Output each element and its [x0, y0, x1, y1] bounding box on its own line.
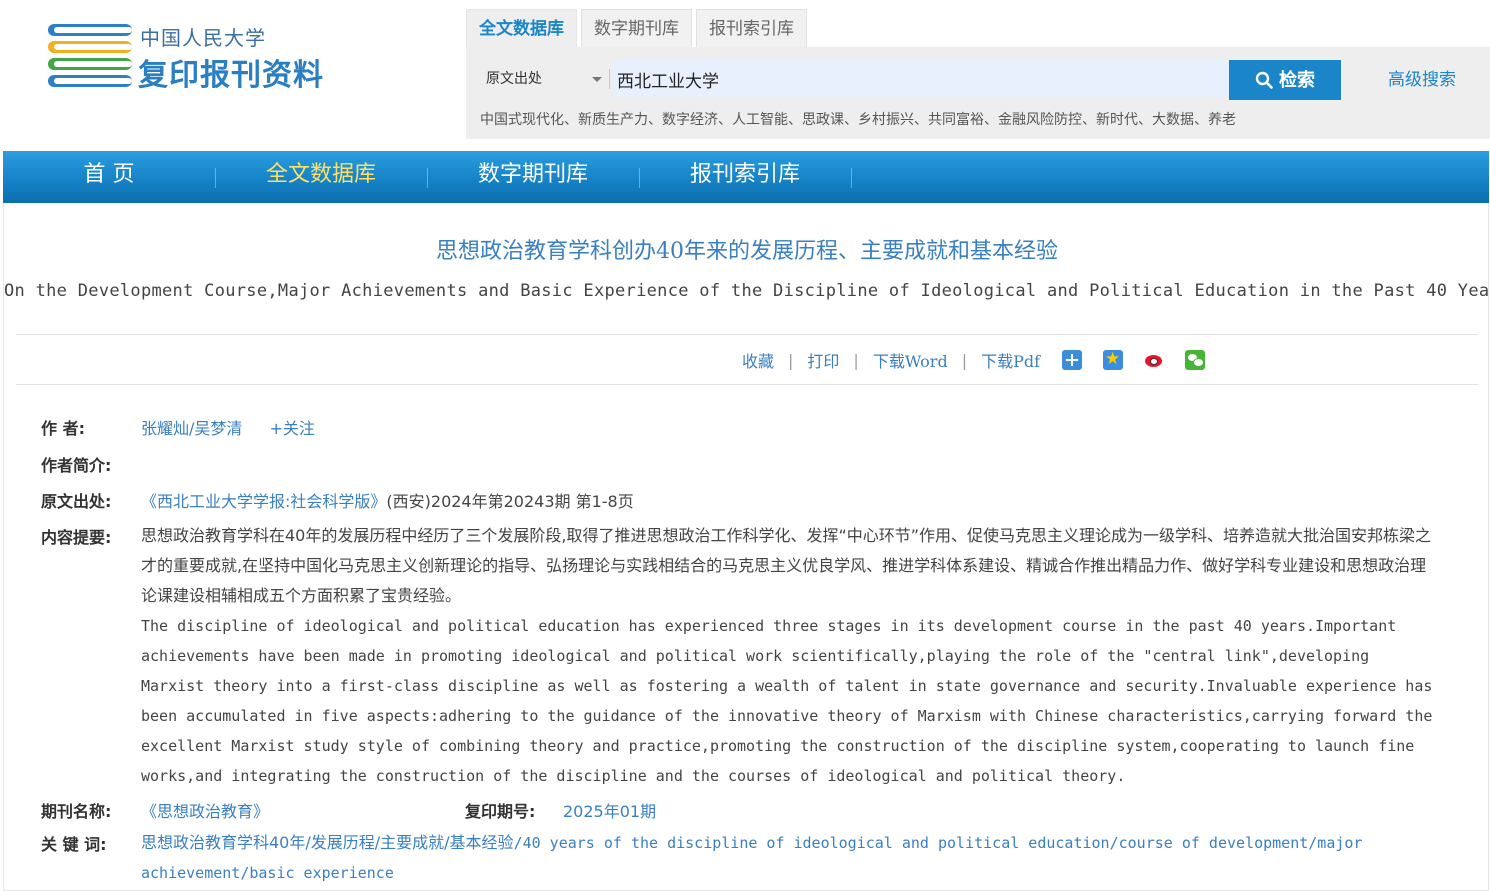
abstract-en: The discipline of ideological and politi… [141, 617, 1433, 785]
select-divider [609, 69, 610, 89]
search-box: 原文出处 检索 高级搜索 中国式现代化、新质生产力、数字经济、人工智能、思政课、… [466, 47, 1490, 139]
search-field-select[interactable]: 原文出处 [478, 60, 608, 98]
collect-button[interactable]: 收藏 [742, 348, 774, 372]
download-pdf-button[interactable]: 下载Pdf [981, 348, 1040, 372]
source-value: 《西北工业大学学报:社会科学版》(西安)2024年第20243期 第1-8页 [141, 488, 634, 512]
logo-university-name: 中国人民大学 [140, 26, 266, 50]
site-logo[interactable]: 中国人民大学 复印报刊资料 [48, 20, 348, 93]
toolbar-separator: | [788, 350, 794, 370]
nav-home[interactable]: 首 页 [3, 151, 215, 203]
toolbar-separator: | [961, 350, 968, 370]
search-area: 全文数据库 数字期刊库 报刊索引库 原文出处 检索 高级搜索 中国式现代化、新质… [466, 9, 1490, 139]
search-icon [1255, 71, 1273, 89]
tab-fulltext-db[interactable]: 全文数据库 [466, 9, 577, 47]
article-title-en: On the Development Course,Major Achievem… [4, 281, 1490, 301]
database-tabs: 全文数据库 数字期刊库 报刊索引库 [466, 9, 811, 47]
reprint-issue-label: 复印期号: [465, 802, 536, 821]
main-nav: 首 页 全文数据库 数字期刊库 报刊索引库 [3, 151, 1489, 203]
keywords-label: 关 键 词: [41, 835, 107, 854]
search-input[interactable] [613, 60, 1229, 98]
divider [16, 384, 1478, 385]
source-label: 原文出处: [41, 492, 112, 511]
source-journal-link[interactable]: 《西北工业大学学报:社会科学版》 [141, 492, 386, 511]
article-title-cn: 思想政治教育学科创办40年来的发展历程、主要成就和基本经验 [436, 239, 1058, 264]
reprint-issue-link[interactable]: 2025年01期 [563, 802, 656, 821]
nav-index-db[interactable]: 报刊索引库 [639, 151, 851, 203]
author-links[interactable]: 张耀灿/吴梦清 [141, 419, 242, 438]
site-header: 中国人民大学 复印报刊资料 全文数据库 数字期刊库 报刊索引库 原文出处 检索 … [0, 0, 1490, 150]
advanced-search-link[interactable]: 高级搜索 [1388, 65, 1456, 90]
chevron-down-icon [592, 77, 602, 82]
share-wechat-icon[interactable] [1185, 350, 1206, 370]
author-label: 作 者: [41, 419, 85, 438]
share-qzone-icon[interactable] [1103, 349, 1124, 370]
author-bio-label: 作者简介: [41, 456, 112, 475]
logo-book-stack-icon [48, 24, 132, 87]
abstract-cn: 思想政治教育学科在40年的发展历程中经历了三个发展阶段,取得了推进思想政治工作科… [141, 526, 1432, 605]
nav-digital-journal-db[interactable]: 数字期刊库 [427, 151, 639, 203]
tab-index-db[interactable]: 报刊索引库 [696, 9, 807, 47]
divider [16, 334, 1478, 335]
search-button-label: 检索 [1279, 70, 1315, 90]
share-weibo-icon[interactable] [1144, 350, 1165, 370]
search-button[interactable]: 检索 [1229, 60, 1341, 100]
journal-link[interactable]: 《思想政治教育》 [141, 802, 269, 821]
download-word-button[interactable]: 下载Word [873, 348, 948, 372]
keywords-cn[interactable]: 思想政治教育学科40年/发展历程/主要成就/基本经验 [141, 833, 514, 852]
search-field-select-value: 原文出处 [486, 71, 542, 87]
nav-fulltext-db[interactable]: 全文数据库 [215, 151, 427, 203]
journal-label: 期刊名称: [41, 802, 112, 821]
nav-divider [851, 168, 852, 188]
print-button[interactable]: 打印 [807, 348, 839, 372]
author-value: 张耀灿/吴梦清 +关注 [141, 415, 315, 439]
source-detail: (西安)2024年第20243期 第1-8页 [386, 492, 634, 511]
logo-product-name: 复印报刊资料 [138, 58, 324, 93]
follow-button[interactable]: +关注 [270, 419, 315, 438]
toolbar-separator: | [853, 350, 859, 370]
article-detail: 思想政治教育学科创办40年来的发展历程、主要成就和基本经验 On the Dev… [3, 203, 1490, 891]
hot-keywords[interactable]: 中国式现代化、新质生产力、数字经济、人工智能、思政课、乡村振兴、共同富裕、金融风… [480, 109, 1236, 129]
article-toolbar: 收藏 | 打印 | 下载Word | 下载Pdf [742, 347, 1206, 373]
abstract-label: 内容提要: [41, 528, 112, 547]
share-more-icon[interactable] [1062, 350, 1083, 370]
journal-value: 《思想政治教育》 [141, 798, 269, 822]
tab-digital-journal-db[interactable]: 数字期刊库 [581, 9, 692, 47]
reprint-issue-value: 2025年01期 [563, 798, 656, 822]
keywords-value: 思想政治教育学科40年/发展历程/主要成就/基本经验/40 years of t… [141, 828, 1441, 888]
